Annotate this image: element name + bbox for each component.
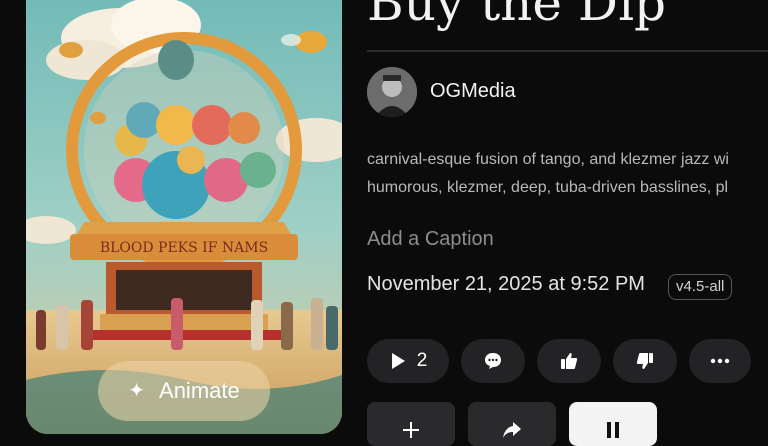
dislike-button[interactable]	[613, 339, 677, 383]
animate-label: Animate	[159, 378, 240, 403]
model-version-badge: v4.5-all	[668, 274, 733, 300]
cover-art[interactable]: BLOOD PEKS IF NAMS ✦ Animate	[26, 0, 342, 434]
avatar-image	[367, 67, 417, 117]
author-name[interactable]: OGMedia	[430, 80, 516, 103]
thumbs-up-icon	[561, 353, 578, 369]
comment-button[interactable]	[461, 339, 525, 383]
sparkle-icon: ✦	[128, 380, 146, 402]
avatar[interactable]	[367, 67, 417, 117]
thumbs-down-icon	[636, 353, 653, 369]
created-date: November 21, 2025 at 9:52 PM	[367, 273, 645, 295]
style-tags-line-1: carnival-esque fusion of tango, and klez…	[367, 151, 729, 168]
song-title: Buy the Dip	[367, 0, 666, 32]
style-tags-line-2: humorous, klezmer, deep, tuba-driven bas…	[367, 179, 729, 196]
pause-icon	[607, 422, 619, 438]
add-caption-field[interactable]: Add a Caption	[367, 228, 494, 251]
play-icon	[391, 353, 405, 369]
style-tags: carnival-esque fusion of tango, and klez…	[367, 146, 768, 202]
title-divider	[367, 50, 768, 52]
more-icon	[710, 358, 730, 364]
pause-button[interactable]	[569, 402, 657, 446]
like-button[interactable]	[537, 339, 601, 383]
more-button[interactable]	[689, 339, 751, 383]
play-count-button[interactable]: 2	[367, 339, 449, 383]
animate-button[interactable]: ✦ Animate	[98, 361, 270, 421]
play-count: 2	[416, 350, 428, 371]
share-icon	[503, 422, 521, 438]
share-button[interactable]	[468, 402, 556, 446]
add-to-playlist-button[interactable]	[367, 402, 455, 446]
add-icon	[403, 422, 419, 438]
carousel-sign: BLOOD PEKS IF NAMS	[100, 240, 268, 256]
comment-icon	[485, 353, 501, 369]
